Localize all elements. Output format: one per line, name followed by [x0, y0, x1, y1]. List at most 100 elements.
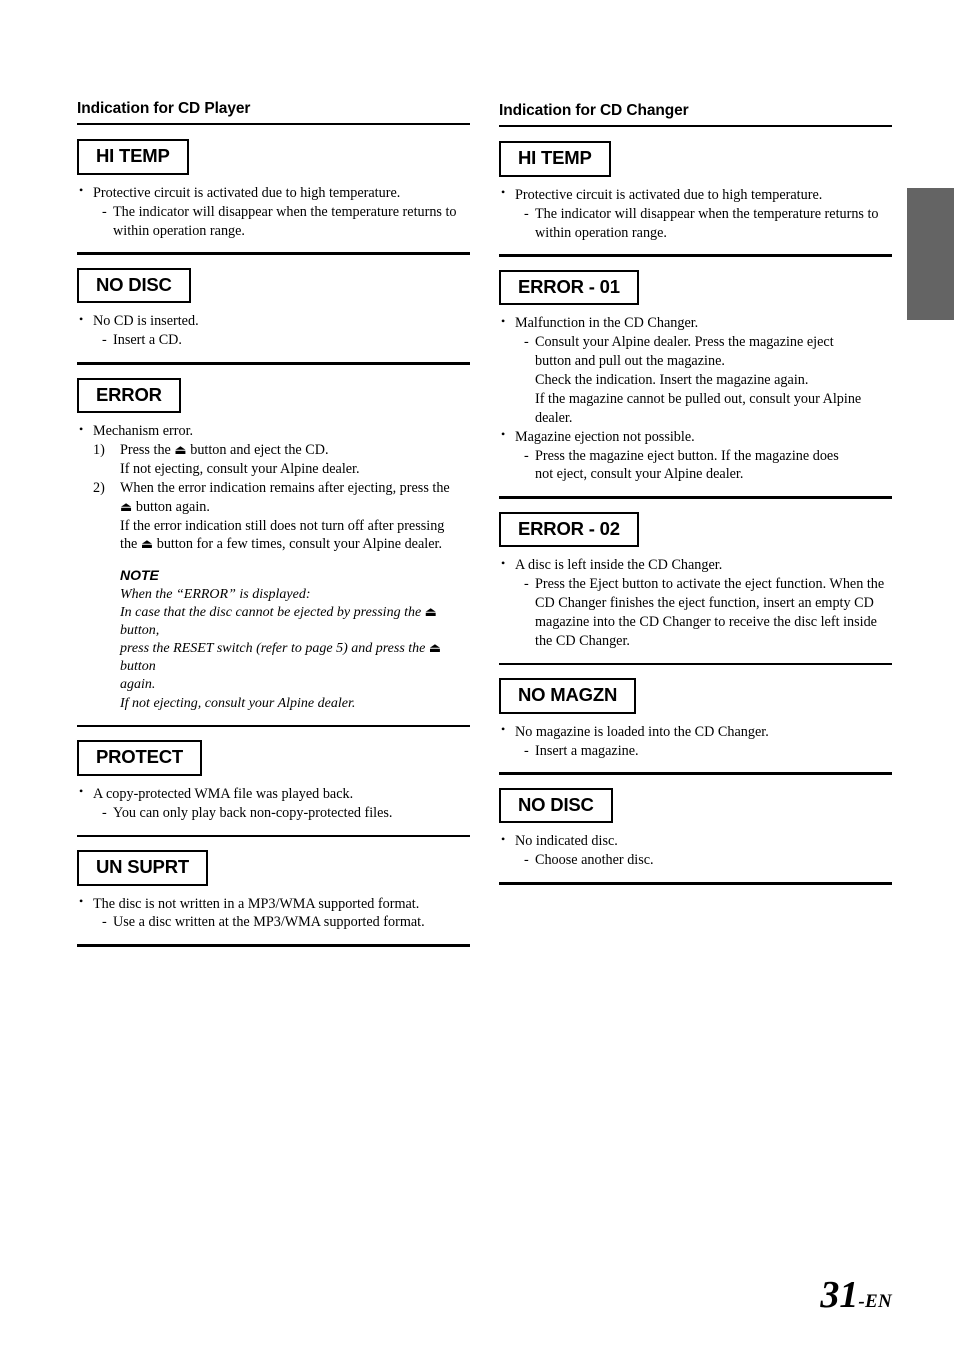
step-continuation-line: the ⏏ button for a few times, consult yo…: [120, 536, 442, 553]
column-heading: Indication for CD Player: [77, 100, 251, 117]
heading-rule: [499, 124, 892, 128]
indicator-label-box: HI TEMP: [499, 141, 611, 177]
indicator-section: NO DISC No CD is inserted.Insert a CD.: [77, 267, 470, 350]
note-line: If not ejecting, consult your Alpine dea…: [120, 695, 356, 711]
section-divider: [77, 944, 470, 947]
indicator-section: NO DISC No indicated disc.Choose another …: [499, 787, 892, 870]
continuation-line: If the magazine cannot be pulled out, co…: [535, 390, 862, 407]
step-continuation-line: ⏏ button again.: [120, 498, 210, 515]
edge-thumb-tab: [907, 188, 954, 320]
indicator-description: Protective circuit is activated due to h…: [499, 185, 892, 243]
note-line: press the RESET switch (refer to page 5)…: [120, 641, 442, 675]
indicator-section: ERROR - 01 Malfunction in the CD Changer.…: [499, 269, 892, 484]
note-block: NOTE When the “ERROR” is displayed: In cas…: [77, 566, 470, 713]
indicator-description: No CD is inserted.Insert a CD.: [77, 312, 470, 350]
dash-line: Insert a CD.: [77, 331, 470, 350]
page-number-value: 31: [820, 1274, 859, 1316]
bullet-line: No CD is inserted.: [77, 312, 470, 331]
dash-line: The indicator will disappear when the te…: [499, 205, 892, 224]
column-heading: Indication for CD Changer: [499, 102, 689, 119]
indicator-description: A copy-protected WMA file was played bac…: [77, 784, 470, 823]
bullet-line: A copy-protected WMA file was played bac…: [77, 784, 470, 804]
indicator-label-box: ERROR: [77, 377, 181, 414]
section-divider: [77, 724, 470, 728]
page-number-suffix: -EN: [858, 1291, 892, 1312]
bullet-line: Malfunction in the CD Changer.: [499, 314, 892, 333]
indicator-section: HI TEMP Protective circuit is activated d…: [77, 139, 470, 240]
bullet-line: Protective circuit is activated due to h…: [77, 183, 470, 203]
bullet-line: Mechanism error.: [77, 422, 470, 441]
indicator-label-box: HI TEMP: [77, 139, 189, 175]
dash-line: Press the magazine eject button. If the …: [499, 447, 892, 466]
indicator-description: The disc is not written in a MP3/WMA sup…: [77, 894, 470, 933]
eject-icon: ⏏: [424, 604, 437, 620]
step-continuation-line: If the error indication still does not t…: [120, 517, 445, 534]
indicator-description: Malfunction in the CD Changer.Consult yo…: [499, 314, 892, 484]
dash-line: The indicator will disappear when the te…: [77, 203, 470, 222]
section-divider: [499, 496, 892, 499]
note-line: again.: [120, 677, 156, 693]
step-continuation-line: If not ejecting, consult your Alpine dea…: [120, 460, 360, 477]
bullet-line: The disc is not written in a MP3/WMA sup…: [77, 894, 470, 914]
indicator-label-box: PROTECT: [77, 740, 202, 776]
note-line: When the “ERROR” is displayed:: [120, 586, 311, 602]
column-cd-changer: Indication for CD Changer HI TEMP Protecti…: [499, 102, 892, 898]
indicator-section: PROTECT A copy-protected WMA file was pla…: [77, 740, 470, 822]
indicator-description: Protective circuit is activated due to h…: [77, 183, 470, 241]
indicator-description: A disc is left inside the CD Changer.Pre…: [499, 556, 892, 650]
bullet-line: No indicated disc.: [499, 832, 892, 851]
manual-page: Indication for CD Player HI TEMP Protectiv…: [0, 0, 954, 1348]
continuation-line: button and pull out the magazine.: [535, 353, 725, 370]
continuation-line: Check the indication. Insert the magazin…: [535, 372, 809, 389]
indicator-label-box: ERROR - 02: [499, 511, 639, 548]
continuation-line: the CD Changer.: [535, 632, 630, 649]
numbered-step: 1) Press the ⏏ button and eject the CD.: [93, 442, 329, 459]
continuation-line: within operation range.: [535, 224, 667, 241]
dash-line: Consult your Alpine dealer. Press the ma…: [499, 333, 892, 352]
continuation-line: magazine into the CD Changer to receive …: [535, 613, 877, 630]
section-divider: [499, 254, 892, 257]
bullet-line: Magazine ejection not possible.: [499, 427, 892, 447]
dash-line: You can only play back non-copy-protecte…: [77, 804, 470, 823]
continuation-line: within operation range.: [113, 222, 245, 239]
numbered-step: 2) When the error indication remains afte…: [93, 479, 450, 496]
step-number: 2): [93, 479, 105, 496]
note-line: In case that the disc cannot be ejected …: [120, 604, 437, 638]
indicator-label-box: UN SUPRT: [77, 850, 208, 886]
section-divider: [499, 772, 892, 775]
indicator-description: No magazine is loaded into the CD Change…: [499, 722, 892, 761]
note-title: NOTE: [120, 567, 159, 584]
indicator-section: HI TEMP Protective circuit is activated d…: [499, 141, 892, 242]
indicator-section: ERROR Mechanism error.1)Press the ⏏ butto…: [77, 377, 470, 713]
bullet-line: No magazine is loaded into the CD Change…: [499, 722, 892, 742]
eject-icon: ⏏: [428, 641, 442, 657]
dash-line: Insert a magazine.: [499, 742, 892, 761]
indicator-label-box: NO MAGZN: [499, 678, 637, 714]
dash-line: Use a disc written at the MP3/WMA suppor…: [77, 913, 470, 932]
dash-line: Choose another disc.: [499, 851, 892, 870]
heading-rule: [77, 122, 470, 126]
indicator-description: No indicated disc.Choose another disc.: [499, 832, 892, 870]
section-divider: [77, 362, 470, 365]
page-number: 31-EN: [820, 1276, 892, 1314]
section-divider: [499, 662, 892, 666]
bullet-line: A disc is left inside the CD Changer.: [499, 556, 892, 575]
section-divider: [499, 882, 892, 885]
eject-icon: ⏏: [140, 537, 154, 553]
indicator-description: Mechanism error.1)Press the ⏏ button and…: [77, 422, 470, 713]
dash-line: Press the Eject button to activate the e…: [499, 575, 892, 594]
section-divider: [77, 252, 470, 255]
indicator-section: ERROR - 02 A disc is left inside the CD C…: [499, 511, 892, 651]
continuation-line: CD Changer finishes the eject function, …: [535, 595, 874, 612]
indicator-label-box: NO DISC: [77, 267, 191, 304]
eject-icon: ⏏: [120, 499, 133, 515]
section-divider: [77, 834, 470, 838]
continuation-line: not eject, consult your Alpine dealer.: [535, 466, 744, 483]
indicator-label-box: NO DISC: [499, 787, 613, 824]
indicator-label-box: ERROR - 01: [499, 269, 639, 306]
column-cd-player: Indication for CD Player HI TEMP Protectiv…: [77, 100, 470, 960]
eject-icon: ⏏: [174, 443, 187, 459]
continuation-line: dealer.: [535, 409, 573, 426]
step-number: 1): [93, 442, 105, 459]
bullet-line: Protective circuit is activated due to h…: [499, 185, 892, 205]
